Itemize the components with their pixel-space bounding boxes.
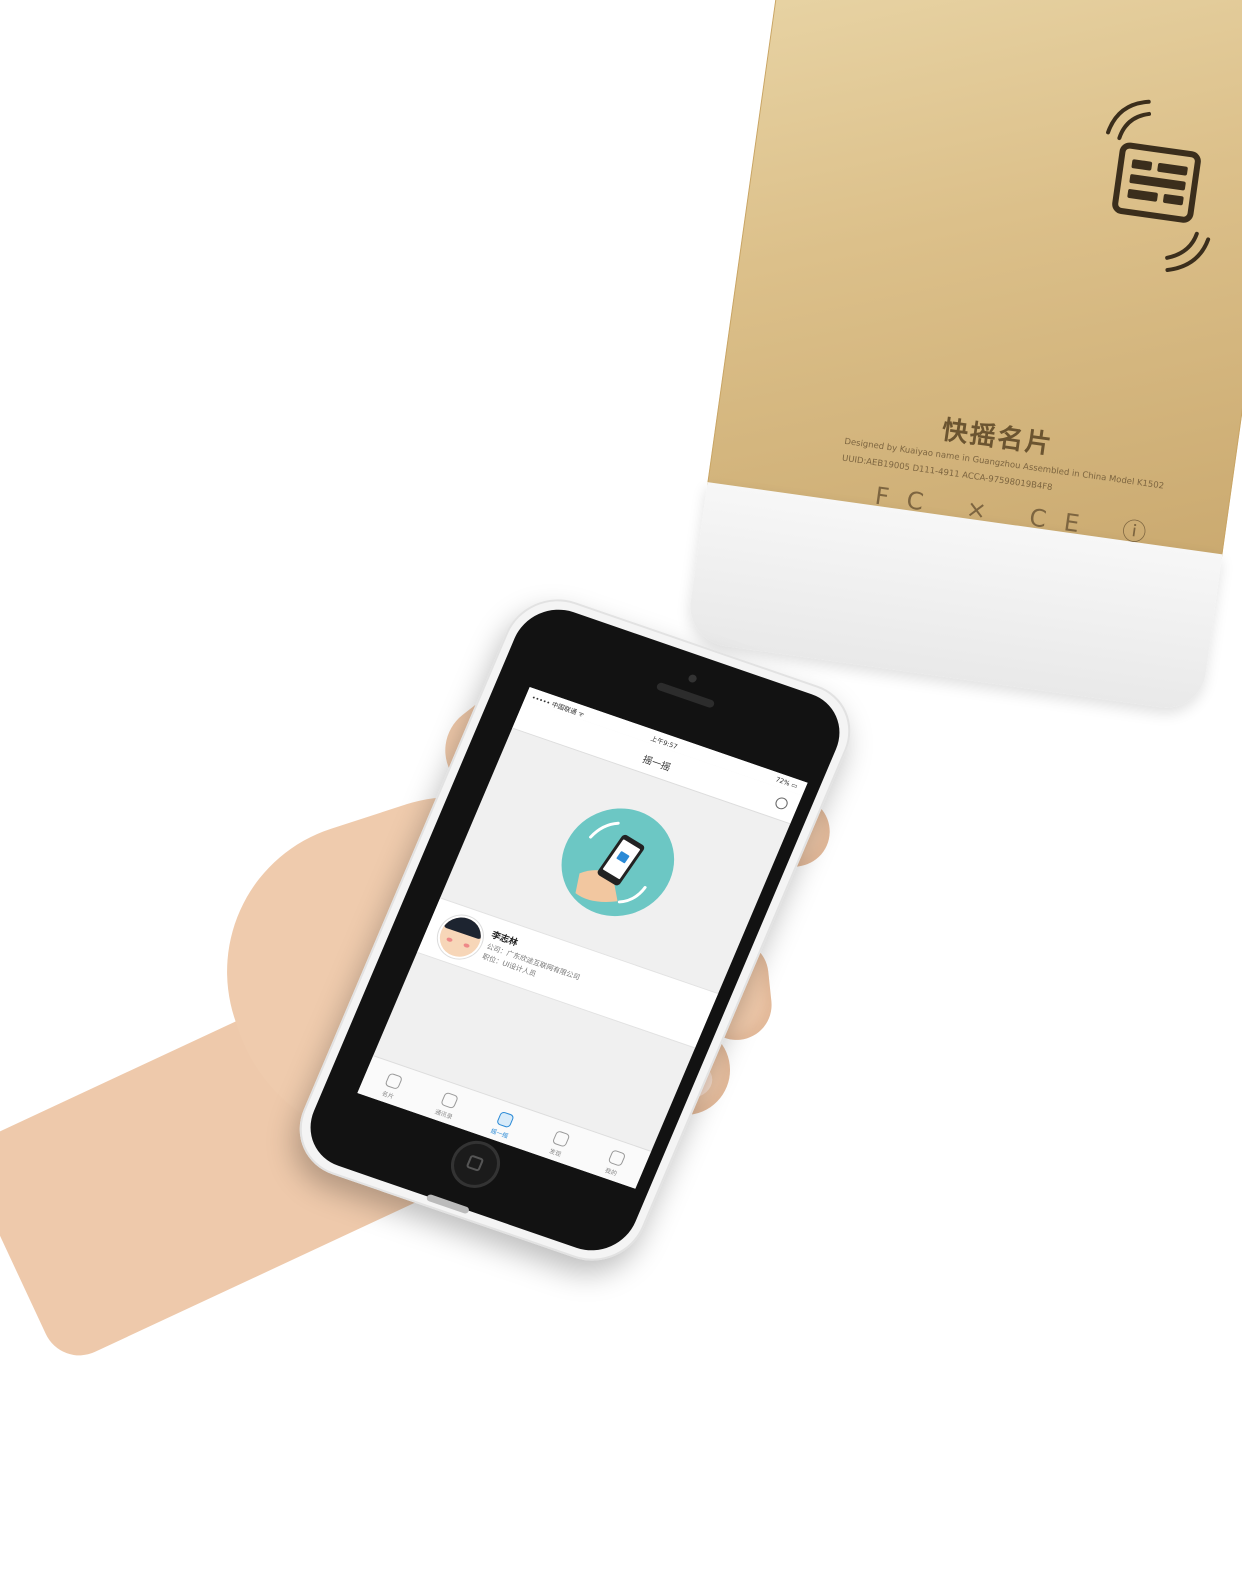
- contacts-icon: [440, 1091, 459, 1110]
- discover-icon: [551, 1130, 571, 1148]
- profile-icon: [607, 1149, 627, 1167]
- contact-card[interactable]: 李志林 公司：广东欣途互联网有限公司 职位：UI设计人员: [416, 897, 719, 1049]
- tab-profile[interactable]: 我的: [582, 1142, 647, 1185]
- earpiece-speaker: [655, 681, 716, 709]
- avatar: [430, 909, 490, 965]
- nav-bar: 摇一摇: [512, 699, 803, 825]
- card-wave-icon: [1110, 141, 1203, 224]
- tab-card[interactable]: 名片: [359, 1065, 424, 1108]
- shake-illustration: [575, 821, 647, 904]
- tab-bar: 名片 通讯录 摇一摇 发现 我的: [357, 1055, 652, 1189]
- tab-contacts[interactable]: 通讯录: [415, 1085, 480, 1128]
- tab-label: 通讯录: [433, 1108, 454, 1121]
- tab-label: 我的: [603, 1167, 618, 1178]
- hand-shake-phone-icon[interactable]: [544, 793, 692, 931]
- signal-wave-bottom-icon: [1165, 231, 1211, 273]
- gold-card-device: 快摇名片 Designed by Kuaiyao name in Guangzh…: [680, 0, 1242, 752]
- tab-discover[interactable]: 发现: [526, 1123, 591, 1166]
- tab-label: 发现: [547, 1147, 563, 1159]
- tab-label: 名片: [380, 1090, 395, 1101]
- app-screen: ••••• 中国联通 ᯤ 上午9:57 72% ▭ 摇一摇 李志林 公司：广东欣…: [357, 687, 808, 1189]
- signal-wave-top-icon: [1106, 99, 1152, 141]
- page-title: 摇一摇: [640, 754, 672, 774]
- home-button[interactable]: [443, 1134, 508, 1195]
- tab-label: 摇一摇: [489, 1127, 510, 1141]
- front-camera-icon: [687, 673, 698, 684]
- card-icon: [384, 1072, 404, 1090]
- shake-icon: [495, 1110, 515, 1129]
